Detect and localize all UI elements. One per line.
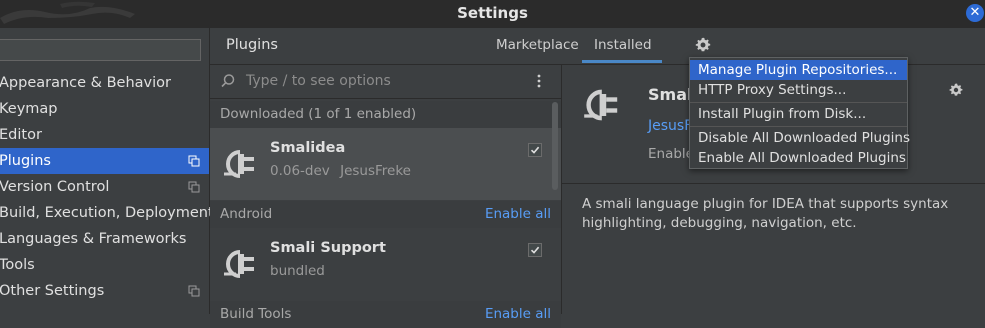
settings-sidebar: Appearance & Behavior Keymap Editor Plugins… — [0, 28, 214, 314]
close-icon: ✕ — [969, 5, 981, 20]
settings-search-input[interactable] — [0, 39, 201, 61]
sidebar-item-appearance-behavior[interactable]: Appearance & Behavior — [0, 70, 209, 96]
sidebar-item-label: Build, Execution, Deployment — [0, 205, 214, 221]
menu-separator — [690, 102, 907, 103]
plugins-gear-menu: Manage Plugin Repositories... HTTP Proxy… — [689, 57, 910, 169]
window-title: Settings — [457, 4, 528, 22]
sidebar-item-languages-frameworks[interactable]: Languages & Frameworks — [0, 226, 209, 252]
sidebar-item-label: Keymap — [0, 101, 58, 117]
sidebar-item-keymap[interactable]: Keymap — [0, 96, 209, 122]
plug-icon — [224, 150, 254, 178]
plugin-enabled-checkbox[interactable] — [528, 143, 542, 157]
group-header-downloaded: Downloaded (1 of 1 enabled) — [210, 101, 561, 128]
sidebar-item-tools[interactable]: Tools — [0, 252, 209, 278]
enable-all-link[interactable]: Enable all — [485, 206, 551, 222]
project-level-icon — [188, 155, 200, 167]
group-label: Android — [220, 206, 273, 222]
gear-icon[interactable] — [948, 82, 964, 98]
plugin-enabled-checkbox[interactable] — [528, 243, 542, 257]
group-label: Downloaded (1 of 1 enabled) — [220, 106, 417, 122]
title-bar: Settings ✕ — [0, 0, 985, 28]
plugin-version: 0.06-dev — [270, 163, 330, 179]
sidebar-item-editor[interactable]: Editor — [0, 122, 209, 148]
sidebar-item-label: Tools — [0, 257, 35, 273]
menu-item-http-proxy[interactable]: HTTP Proxy Settings... — [690, 80, 907, 100]
plugin-row-smalidea[interactable]: Smalidea 0.06-dev JesusFreke — [210, 128, 561, 200]
sidebar-item-label: Other Settings — [0, 283, 105, 299]
plugin-version: bundled — [270, 263, 325, 279]
plug-icon — [584, 89, 618, 121]
sidebar-item-label: Editor — [0, 127, 42, 143]
menu-item-disable-all[interactable]: Disable All Downloaded Plugins — [690, 128, 910, 148]
group-header-build-tools: Build Tools Enable all — [210, 301, 561, 328]
plugin-vendor: JesusFreke — [340, 163, 411, 179]
checkmark-icon — [530, 146, 540, 154]
checkmark-icon — [530, 246, 540, 254]
close-button[interactable]: ✕ — [966, 4, 984, 22]
project-level-icon — [188, 181, 200, 193]
gear-icon[interactable] — [694, 36, 712, 54]
tab-marketplace[interactable]: Marketplace — [496, 37, 579, 53]
sidebar-item-label: Appearance & Behavior — [0, 75, 171, 91]
plugin-list-pane: Type / to see options Downloaded (1 of 1… — [210, 65, 562, 328]
plugin-description: A smali language plugin for IDEA that su… — [582, 196, 949, 231]
plug-icon — [224, 250, 254, 278]
plugin-search-placeholder: Type / to see options — [246, 73, 391, 89]
plugin-row-smali-support[interactable]: Smali Support bundled — [210, 228, 561, 300]
detail-enable-button[interactable]: Enable — [648, 146, 694, 162]
menu-item-manage-repositories[interactable]: Manage Plugin Repositories... — [690, 60, 907, 80]
plugin-name: Smali Support — [270, 240, 386, 256]
more-options-icon[interactable] — [535, 73, 543, 89]
detail-divider — [562, 183, 985, 184]
list-scrollbar[interactable] — [552, 102, 558, 190]
sidebar-item-plugins[interactable]: Plugins — [0, 148, 209, 174]
detail-plugin-name: Smal — [648, 85, 693, 104]
sidebar-item-label: Plugins — [0, 153, 51, 169]
menu-item-enable-all[interactable]: Enable All Downloaded Plugins — [690, 148, 907, 168]
sidebar-item-build-execution-deployment[interactable]: Build, Execution, Deployment — [0, 200, 214, 226]
active-tab-indicator — [582, 60, 662, 63]
project-level-icon — [188, 285, 200, 297]
menu-separator — [690, 126, 907, 127]
sidebar-item-label: Version Control — [0, 179, 110, 195]
tab-installed[interactable]: Installed — [594, 37, 652, 53]
sidebar-item-version-control[interactable]: Version Control — [0, 174, 209, 200]
plugin-name: Smalidea — [270, 140, 346, 156]
menu-item-install-from-disk[interactable]: Install Plugin from Disk... — [690, 104, 907, 124]
group-label: Build Tools — [220, 306, 292, 322]
enable-all-link[interactable]: Enable all — [485, 306, 551, 322]
plugin-meta: 0.06-dev JesusFreke — [270, 163, 411, 179]
search-icon — [221, 74, 235, 88]
group-header-android: Android Enable all — [210, 201, 561, 228]
plugin-search-bar[interactable]: Type / to see options — [210, 65, 561, 99]
sidebar-item-label: Languages & Frameworks — [0, 231, 187, 247]
sidebar-item-other-settings[interactable]: Other Settings — [0, 278, 209, 304]
page-title: Plugins — [226, 37, 278, 53]
